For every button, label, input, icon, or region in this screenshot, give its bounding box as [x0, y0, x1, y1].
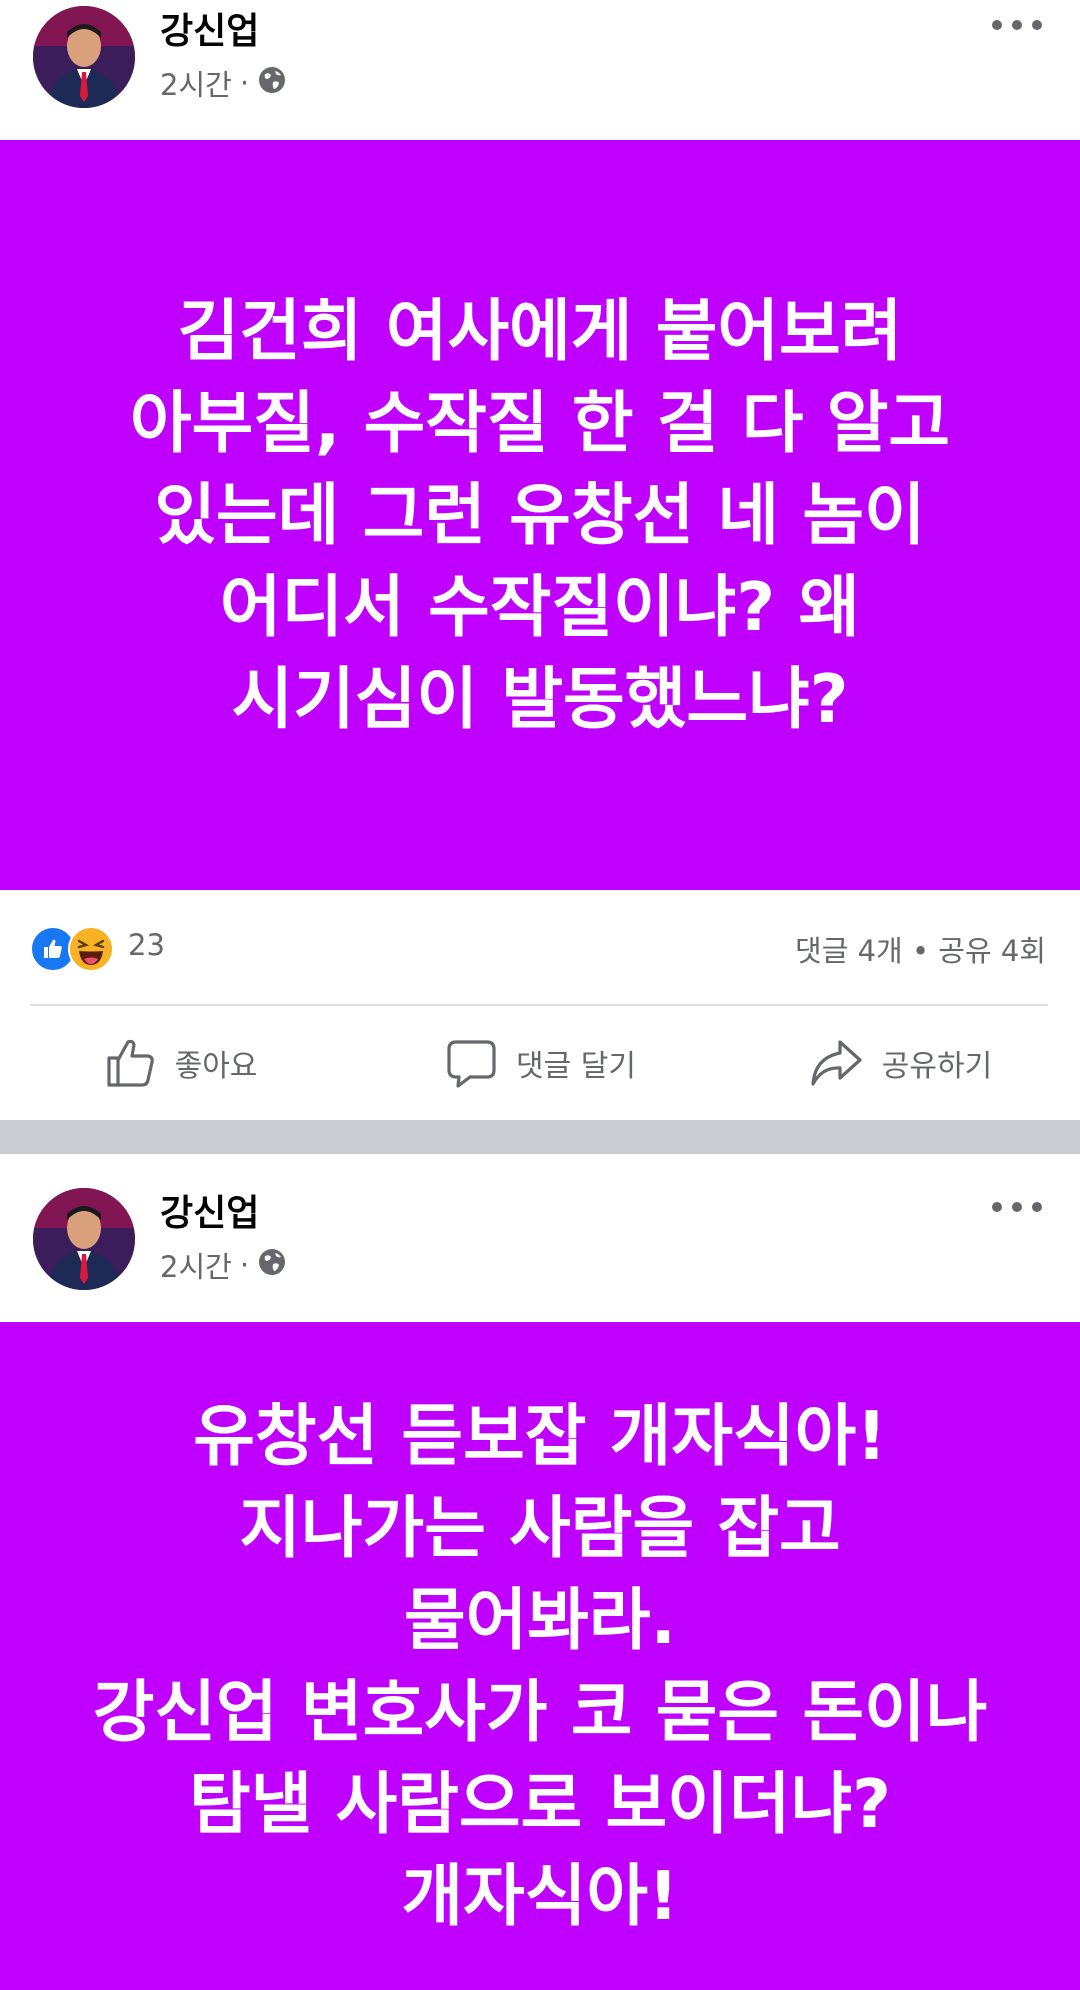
- post-text-line: 탐낼 사람으로 보이더냐?: [189, 1765, 891, 1843]
- like-button[interactable]: 좋아요: [0, 1006, 360, 1120]
- comment-bubble-icon: [444, 1036, 498, 1090]
- post-header: 강신업 2시간 ·: [0, 1182, 1080, 1322]
- post-text-line: 아부질, 수작질 한 걸 다 알고: [129, 384, 951, 462]
- more-options-icon[interactable]: [992, 8, 1042, 42]
- post-text-line: 물어봐라.: [403, 1581, 676, 1659]
- post-actions: 좋아요 댓글 달기 공유하기: [0, 1006, 1080, 1120]
- post-text-line: 시기심이 발동했느냐?: [231, 660, 849, 738]
- meta-separator: ·: [239, 66, 250, 100]
- post-text-background: 김건희 여사에게 붙어보려 아부질, 수작질 한 걸 다 알고 있는데 그런 유…: [0, 140, 1080, 890]
- post-text: 김건희 여사에게 붙어보려 아부질, 수작질 한 걸 다 알고 있는데 그런 유…: [70, 285, 1010, 745]
- comments-shares-count[interactable]: 댓글 4개 • 공유 4회: [795, 928, 1046, 970]
- like-label: 좋아요: [174, 1049, 258, 1084]
- post-text-line: 개자식아!: [401, 1857, 679, 1935]
- share-button[interactable]: 공유하기: [720, 1006, 1080, 1120]
- avatar[interactable]: [33, 6, 135, 108]
- post-text-background: 유창선 듣보잡 개자식아! 지나가는 사람을 잡고 물어봐라. 강신업 변호사가…: [0, 1322, 1080, 1990]
- comment-label: 댓글 달기: [516, 1049, 636, 1084]
- post-text-line: 김건희 여사에게 붙어보려: [177, 292, 903, 370]
- post-time[interactable]: 2시간: [160, 62, 232, 104]
- post-text-line: 지나가는 사람을 잡고: [239, 1489, 841, 1567]
- post-text-line: 있는데 그런 유창선 네 놈이: [154, 476, 926, 554]
- reaction-summary: 23 댓글 4개 • 공유 4회: [0, 890, 1080, 1005]
- post-meta: 2시간 ·: [160, 62, 287, 104]
- avatar[interactable]: [33, 1188, 135, 1290]
- meta-separator: ·: [239, 1248, 250, 1282]
- globe-icon: [257, 65, 287, 102]
- reaction-count[interactable]: 23: [128, 928, 165, 962]
- post-text-line: 강신업 변호사가 코 묻은 돈이나: [92, 1673, 988, 1751]
- feed-post: 강신업 2시간 · 김건희 여사에게 붙어보려 아부질, 수작질 한 걸 다 알…: [0, 0, 1080, 1120]
- feed-separator: [0, 1120, 1080, 1154]
- post-time[interactable]: 2시간: [160, 1244, 232, 1286]
- feed-post: 강신업 2시간 · 유창선 듣보잡 개자식아! 지나가는 사람을 잡고 물어봐라…: [0, 1154, 1080, 1990]
- post-header: 강신업 2시간 ·: [0, 0, 1080, 140]
- author-name[interactable]: 강신업: [160, 2, 259, 54]
- author-name[interactable]: 강신업: [160, 1184, 259, 1236]
- more-options-icon[interactable]: [992, 1190, 1042, 1224]
- haha-icon: [68, 926, 114, 972]
- post-meta: 2시간 ·: [160, 1244, 287, 1286]
- thumbs-up-icon: [103, 1036, 157, 1090]
- globe-icon: [257, 1247, 287, 1284]
- reaction-icons[interactable]: [30, 926, 120, 972]
- share-arrow-icon: [808, 1036, 864, 1090]
- post-text-line: 어디서 수작질이냐? 왜: [219, 568, 861, 646]
- share-label: 공유하기: [881, 1049, 993, 1084]
- post-text-line: 유창선 듣보잡 개자식아!: [193, 1397, 887, 1475]
- post-text: 유창선 듣보잡 개자식아! 지나가는 사람을 잡고 물어봐라. 강신업 변호사가…: [70, 1390, 1010, 1942]
- comment-button[interactable]: 댓글 달기: [360, 1006, 720, 1120]
